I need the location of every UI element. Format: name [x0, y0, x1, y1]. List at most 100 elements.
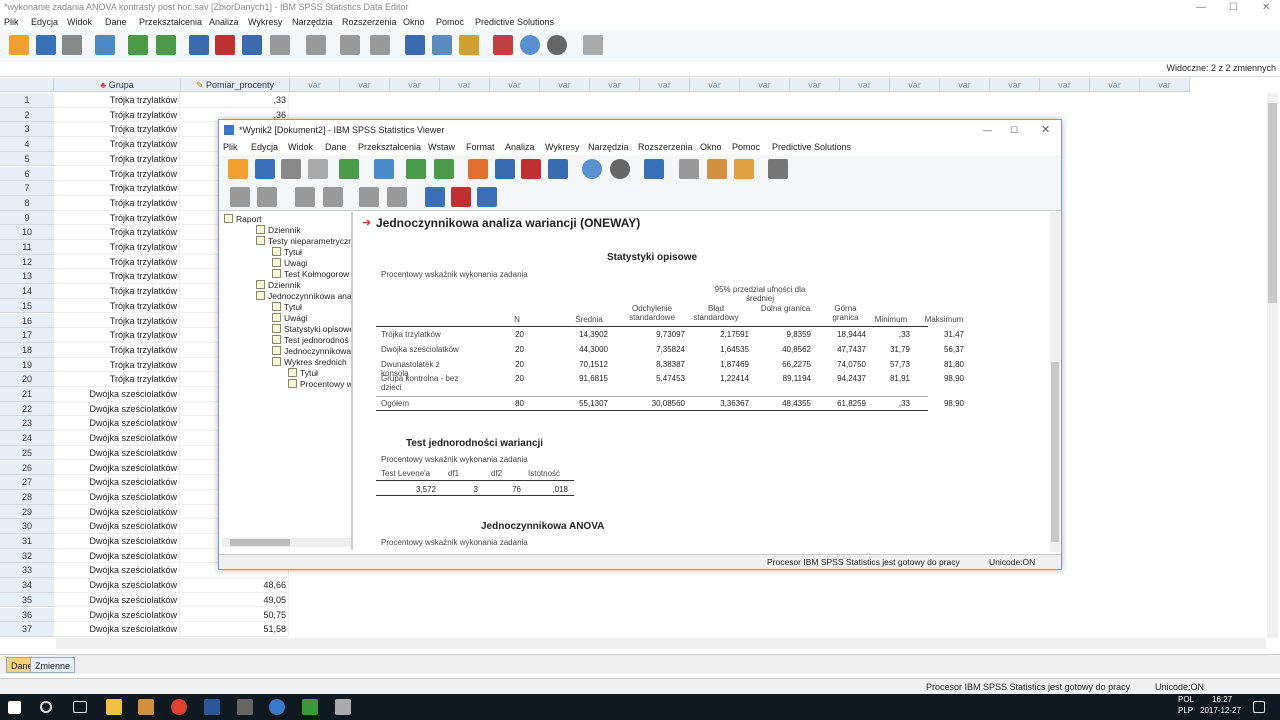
- column-header-var[interactable]: var: [690, 78, 740, 92]
- v-redo-icon[interactable]: [434, 159, 454, 179]
- output-pane[interactable]: ➜ Jednoczynnikowa analiza wariancji (ONE…: [356, 212, 1050, 552]
- menu-wykresy[interactable]: Wykresy: [248, 15, 282, 30]
- cell-grupa[interactable]: Trójka trzylatków: [54, 210, 180, 226]
- v-goto-data-icon[interactable]: [468, 159, 488, 179]
- vmenu-format[interactable]: Format: [466, 140, 495, 155]
- search-icon[interactable]: [40, 701, 52, 713]
- row-number[interactable]: 16: [0, 313, 54, 329]
- vmenu-widok[interactable]: Widok: [288, 140, 313, 155]
- row-number[interactable]: 13: [0, 269, 54, 285]
- cell-grupa[interactable]: Dwójka sześciolatków: [54, 460, 180, 476]
- menu-predictive[interactable]: Predictive Solutions: [475, 15, 554, 30]
- vmenu-wykresy[interactable]: Wykresy: [545, 140, 579, 155]
- row-number[interactable]: 26: [0, 460, 54, 476]
- v-designate-window-icon[interactable]: [644, 159, 664, 179]
- scroll-thumb[interactable]: [230, 539, 290, 546]
- chrome-icon[interactable]: [171, 699, 187, 715]
- show-icon[interactable]: [359, 187, 379, 207]
- cell-grupa[interactable]: Dwójka sześciolatków: [54, 504, 180, 520]
- row-number[interactable]: 21: [0, 387, 54, 402]
- row-number[interactable]: 9: [0, 210, 54, 226]
- print-icon[interactable]: [62, 35, 82, 55]
- vmenu-edycja[interactable]: Edycja: [251, 140, 278, 155]
- row-number[interactable]: 18: [0, 342, 54, 358]
- menu-okno[interactable]: Okno: [403, 15, 425, 30]
- find-icon[interactable]: [306, 35, 326, 55]
- v-undo-icon[interactable]: [406, 159, 426, 179]
- row-number[interactable]: 4: [0, 137, 54, 152]
- insert-title-icon[interactable]: [451, 187, 471, 207]
- notifications-icon[interactable]: [1253, 701, 1265, 713]
- viewer-close-icon[interactable]: ✕: [1041, 120, 1050, 140]
- run-descriptives-icon[interactable]: [270, 35, 290, 55]
- outline-item[interactable]: Jednoczynnikowa: [272, 346, 351, 357]
- outline-item[interactable]: Uwagi: [272, 258, 308, 269]
- column-header-var[interactable]: var: [590, 78, 640, 92]
- vmenu-przeksztalcenia[interactable]: Przekształcenia: [358, 140, 421, 155]
- row-number[interactable]: 17: [0, 328, 54, 343]
- vmenu-analiza[interactable]: Analiza: [505, 140, 535, 155]
- cell-grupa[interactable]: Trójka trzylatków: [54, 151, 180, 167]
- outline-item[interactable]: Testy nieparametryczn: [256, 236, 351, 247]
- cell-pomiar[interactable]: 51,58: [181, 622, 289, 637]
- cell-grupa[interactable]: Trójka trzylatków: [54, 240, 180, 255]
- cell-grupa[interactable]: Dwójka sześciolatków: [54, 416, 180, 432]
- goto-case-icon[interactable]: [189, 35, 209, 55]
- menu-narzedzia[interactable]: Narzędzia: [292, 15, 333, 30]
- row-number[interactable]: 5: [0, 151, 54, 167]
- redo-icon[interactable]: [156, 35, 176, 55]
- cell-grupa[interactable]: Dwójka sześciolatków: [54, 519, 180, 534]
- outline-item[interactable]: Tytuł: [272, 302, 302, 313]
- column-header-var[interactable]: var: [640, 78, 690, 92]
- tab-variable-view[interactable]: Zmienne: [30, 657, 76, 673]
- vmenu-rozszerzenia[interactable]: Rozszerzenia: [638, 140, 693, 155]
- column-header-var[interactable]: var: [1140, 78, 1190, 92]
- outline-item[interactable]: Dziennik: [256, 225, 301, 236]
- viewer-maximize-icon[interactable]: ☐: [1010, 120, 1018, 140]
- cell-grupa[interactable]: Trójka trzylatków: [54, 254, 180, 270]
- insert-cases-icon[interactable]: [340, 35, 360, 55]
- cell-grupa[interactable]: Dwójka sześciolatków: [54, 548, 180, 564]
- word-icon[interactable]: [204, 699, 220, 715]
- vmenu-dane[interactable]: Dane: [325, 140, 347, 155]
- v-variables-icon[interactable]: [548, 159, 568, 179]
- row-number[interactable]: 10: [0, 225, 54, 240]
- v-show-all-icon[interactable]: [610, 159, 630, 179]
- vmenu-pomoc[interactable]: Pomoc: [732, 140, 760, 155]
- cell-grupa[interactable]: Dwójka sześciolatków: [54, 622, 180, 637]
- scroll-thumb[interactable]: [1268, 103, 1277, 303]
- outline-item[interactable]: Test Kołmogorow: [272, 269, 349, 280]
- column-header-var[interactable]: var: [790, 78, 840, 92]
- expand-icon[interactable]: [295, 187, 315, 207]
- cell-grupa[interactable]: Dwójka sześciolatków: [54, 592, 180, 608]
- v-run-icon[interactable]: [679, 159, 699, 179]
- cell-grupa[interactable]: Trójka trzylatków: [54, 166, 180, 182]
- outline-pane[interactable]: Raport Dziennik Testy nieparametryczn Ty…: [220, 212, 353, 550]
- insert-heading-icon[interactable]: [425, 187, 445, 207]
- spss-icon[interactable]: [269, 699, 285, 715]
- v-print-preview-icon[interactable]: [308, 159, 328, 179]
- row-number[interactable]: 6: [0, 166, 54, 182]
- select-cases-icon[interactable]: [459, 35, 479, 55]
- row-number[interactable]: 30: [0, 519, 54, 534]
- row-number[interactable]: 20: [0, 372, 54, 387]
- v-goto-variable-icon[interactable]: [521, 159, 541, 179]
- collapse-icon[interactable]: [323, 187, 343, 207]
- cell-grupa[interactable]: Dwójka sześciolatków: [54, 445, 180, 461]
- menu-edycja[interactable]: Edycja: [31, 15, 58, 30]
- menu-rozszerzenia[interactable]: Rozszerzenia: [342, 15, 397, 30]
- column-header-var[interactable]: var: [1040, 78, 1090, 92]
- variables-icon[interactable]: [242, 35, 262, 55]
- split-file-icon[interactable]: [405, 35, 425, 55]
- column-header-var[interactable]: var: [990, 78, 1040, 92]
- vmenu-plik[interactable]: Plik: [223, 140, 238, 155]
- open-icon[interactable]: [9, 35, 29, 55]
- column-header-var[interactable]: var: [740, 78, 790, 92]
- cell-grupa[interactable]: Trójka trzylatków: [54, 342, 180, 358]
- insert-text-icon[interactable]: [477, 187, 497, 207]
- save-icon[interactable]: [36, 35, 56, 55]
- grid-horizontal-scrollbar[interactable]: [56, 638, 1266, 649]
- output-vscrollbar[interactable]: [1050, 212, 1060, 552]
- cell-grupa[interactable]: Dwójka sześciolatków: [54, 607, 180, 623]
- column-header-grupa[interactable]: ♣ Grupa: [54, 78, 181, 92]
